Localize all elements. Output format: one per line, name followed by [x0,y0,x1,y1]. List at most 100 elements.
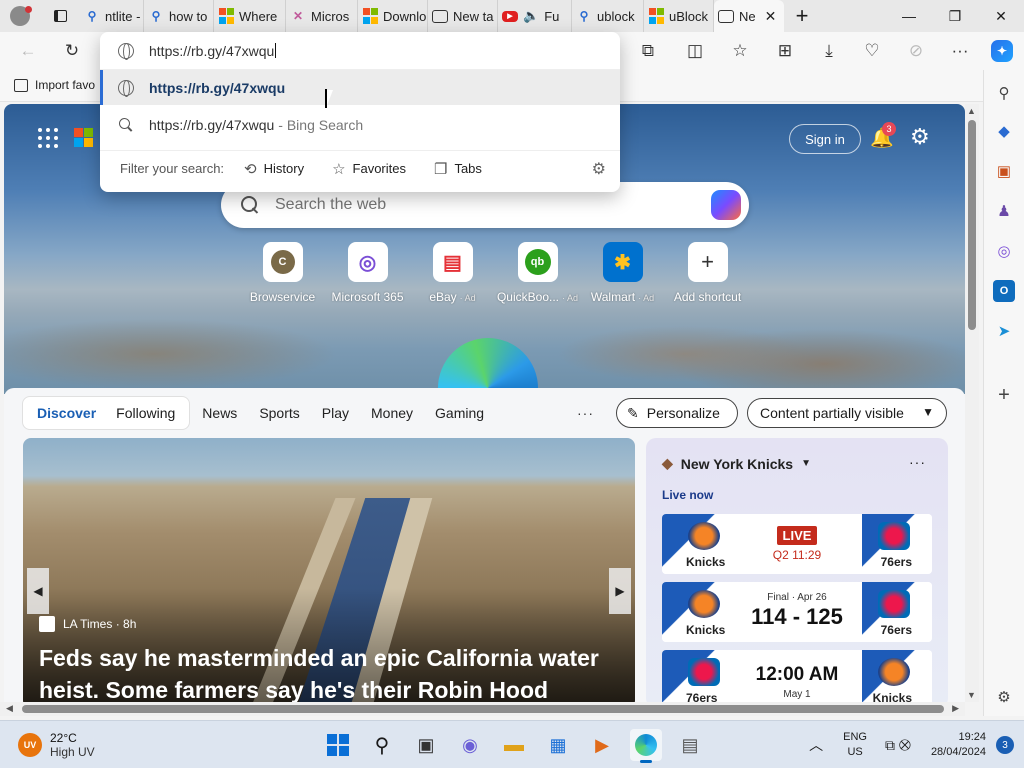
tile-quickbooks[interactable]: qb QuickBoo... · Ad [495,242,580,304]
team-selector[interactable]: ◆ New York Knicks ▼ [662,455,811,472]
tab-3[interactable]: Where [214,0,286,32]
performance-button[interactable]: ♡ [858,37,886,65]
browser-essentials-button[interactable]: ⊘ [902,37,930,65]
article-headline[interactable]: Feds say he masterminded an epic Califor… [39,642,619,702]
feed-link-play[interactable]: Play [322,405,349,421]
new-tab-button[interactable]: + [784,0,820,32]
add-sidebar-app-icon[interactable]: + [993,384,1015,406]
teams-chat-button[interactable]: ◉ [454,729,486,761]
featured-article-card[interactable]: ◀ ▶ LA Times · 8h Feds say he mastermind… [23,438,635,702]
feed-link-money[interactable]: Money [371,405,413,421]
address-input[interactable]: https://rb.gy/47xwqu [100,32,620,70]
media-player-button[interactable]: ▶ [586,729,618,761]
copilot-button[interactable]: ✦ [991,40,1013,62]
suggestion-url[interactable]: https://rb.gy/47xwqu [100,70,620,105]
taskbar-search-button[interactable]: ⚲ [366,729,398,761]
suggestion-bing-search[interactable]: https://rb.gy/47xwqu - Bing Search [100,107,620,142]
extensions-button[interactable]: ⧉ [634,37,662,65]
bell-icon[interactable]: 🔔 3 [870,122,896,150]
downloads-button[interactable]: ⤓ [815,37,843,65]
tab-following[interactable]: Following [106,405,185,421]
network-volume-icon[interactable]: ⧉ ⨂ [885,737,911,754]
profile-button[interactable] [0,0,40,32]
favorites-button[interactable]: ☆ [726,37,754,65]
tile-microsoft-365[interactable]: ◎ Microsoft 365 [325,242,410,304]
notepad-button[interactable]: ▤ [674,729,706,761]
tile-ebay[interactable]: ▤ eBay · Ad [410,242,495,304]
feed-link-sports[interactable]: Sports [259,405,299,421]
tab-8[interactable]: ⚲ ublock [572,0,644,32]
game-live[interactable]: Knicks 76ers LIVE Q2 11:29 [662,514,932,574]
feed-link-gaming[interactable]: Gaming [435,405,484,421]
games-icon[interactable]: ♟ [993,200,1015,222]
start-button[interactable] [322,729,354,761]
back-button[interactable]: ← [14,37,42,65]
carousel-next-button[interactable]: ▶ [609,568,631,614]
tab-2[interactable]: ⚲ how to [144,0,214,32]
minimize-button[interactable]: — [886,0,932,32]
scroll-down-icon[interactable]: ▼ [967,690,976,700]
scroll-left-icon[interactable]: ◀ [6,703,13,714]
microsoft-365-icon[interactable]: ◎ [993,240,1015,262]
split-screen-button[interactable]: ◫ [681,37,709,65]
filter-favorites[interactable]: ☆ Favorites [332,160,406,178]
content-visibility-dropdown[interactable]: Content partially visible ▼ [747,398,947,428]
horizontal-scrollbar[interactable]: ◀ ▶ [0,702,965,716]
feed-link-news[interactable]: News [202,405,237,421]
notification-center-badge[interactable]: 3 [996,736,1014,754]
close-tab-icon[interactable]: ✕ [765,8,777,25]
sidebar-settings-gear-icon[interactable]: ⚙ [993,686,1015,708]
copilot-icon[interactable] [711,190,741,220]
knicks-logo [878,658,910,686]
app-launcher-icon[interactable] [38,128,58,148]
tools-icon[interactable]: ▣ [993,160,1015,182]
horizontal-scroll-thumb[interactable] [22,705,944,713]
tile-walmart[interactable]: ✱ Walmart · Ad [580,242,665,304]
shopping-tag-icon[interactable]: ◆ [993,120,1015,142]
tab-10-active[interactable]: Ne ✕ [714,0,784,32]
gear-icon[interactable]: ⚙ [592,159,606,179]
filter-tabs[interactable]: ❐ Tabs [434,160,482,178]
scroll-up-icon[interactable]: ▲ [967,106,976,116]
settings-more-button[interactable]: ··· [946,37,974,65]
clock[interactable]: 19:24 28/04/2024 [931,730,986,760]
personalize-button[interactable]: ✎ Personalize [616,398,738,428]
card-more-button[interactable]: ··· [909,454,926,470]
tab-6[interactable]: New ta [428,0,498,32]
collections-button[interactable]: ⊞ [771,37,799,65]
tab-7[interactable]: ▶ 🔈 Fu [498,0,572,32]
more-feed-options-button[interactable]: ··· [577,405,594,421]
page-settings-gear-icon[interactable]: ⚙ [910,124,930,150]
tab-5[interactable]: Downlo [358,0,428,32]
tab-9[interactable]: uBlock [644,0,714,32]
carousel-prev-button[interactable]: ◀ [27,568,49,614]
vertical-scrollbar[interactable]: ▲ ▼ [965,104,979,702]
speaker-icon[interactable]: 🔈 [523,8,539,24]
refresh-button[interactable]: ↻ [58,37,86,65]
send-icon[interactable]: ➤ [993,320,1015,342]
scroll-right-icon[interactable]: ▶ [952,703,959,714]
weather-widget[interactable]: UV 22°C High UV [18,731,95,759]
sign-in-button[interactable]: Sign in [789,124,861,154]
maximize-button[interactable]: ❐ [932,0,978,32]
game-upcoming[interactable]: 76ers Knicks 12:00 AM May 1 [662,650,932,702]
game-final[interactable]: Knicks 76ers Final · Apr 26 114 - 125 [662,582,932,642]
show-hidden-icons-button[interactable]: ︿ [809,735,823,755]
outlook-icon[interactable]: O [993,280,1015,302]
import-favorites-button[interactable]: Import favo [14,78,95,92]
tab-actions-button[interactable] [40,0,80,32]
close-window-button[interactable]: ✕ [978,0,1024,32]
tab-discover[interactable]: Discover [27,405,106,421]
search-icon[interactable]: ⚲ [993,82,1015,104]
language-indicator[interactable]: ENG US [843,730,867,760]
vertical-scroll-thumb[interactable] [968,120,976,330]
store-button[interactable]: ▦ [542,729,574,761]
edge-taskbar-button[interactable] [630,729,662,763]
task-view-button[interactable]: ▣ [410,729,442,761]
filter-history[interactable]: ⟲ History [244,160,304,178]
tab-1[interactable]: ⚲ ntlite - [80,0,144,32]
tab-4[interactable]: ✕ Micros [286,0,358,32]
file-explorer-button[interactable]: ▬ [498,729,530,761]
tile-add-shortcut[interactable]: + Add shortcut [665,242,750,304]
tile-browservice[interactable]: C Browservice [240,242,325,304]
